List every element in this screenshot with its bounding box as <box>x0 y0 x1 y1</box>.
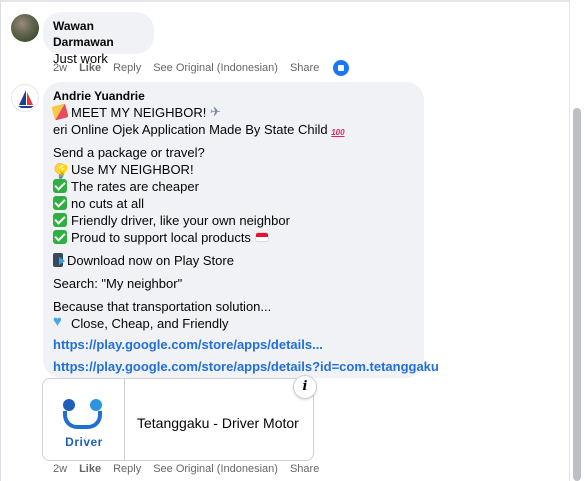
comment-actions: 2w Like Reply See Original (Indonesian) … <box>53 463 331 475</box>
party-popper-icon <box>51 103 69 121</box>
comment-timestamp[interactable]: 2w <box>53 463 67 475</box>
info-icon[interactable]: i <box>293 375 317 399</box>
indonesia-flag-icon <box>254 232 269 242</box>
comment-actions: 2w Like Reply See Original (Indonesian) … <box>53 60 350 76</box>
comment-line: The rates are cheaper <box>53 178 414 195</box>
left-border <box>0 0 1 481</box>
comment-bubble: Wawan Darmawan Just work <box>43 12 154 66</box>
comment-timestamp[interactable]: 2w <box>53 62 67 74</box>
top-divider <box>0 0 569 2</box>
avatar[interactable] <box>11 84 39 112</box>
blue-heart-icon <box>53 313 67 330</box>
like-thumb-icon[interactable] <box>333 60 350 76</box>
comment-line: MEET MY NEIGHBOR! <box>51 103 414 121</box>
like-button[interactable]: Like <box>79 62 101 74</box>
see-original-button[interactable]: See Original (Indonesian) <box>153 463 278 475</box>
see-original-button[interactable]: See Original (Indonesian) <box>153 62 278 74</box>
share-button[interactable]: Share <box>290 463 319 475</box>
logo-dot-right <box>90 399 102 411</box>
logo-smile <box>63 411 102 429</box>
comment-line: Because that transportation solution... <box>53 299 272 314</box>
comment-line: Proud to support local products <box>53 229 414 246</box>
like-button[interactable]: Like <box>79 463 101 475</box>
scrollbar-thumb[interactable] <box>573 108 581 481</box>
check-mark-icon <box>53 230 67 244</box>
comment-line: eri Online Ojek Application Made By Stat… <box>53 121 414 141</box>
check-mark-icon <box>53 179 67 193</box>
comment-line: Friendly driver, like your own neighbor <box>53 212 414 229</box>
link-preview-card[interactable]: Driver Tetanggaku - Driver Motor <box>42 378 314 461</box>
avatar[interactable] <box>11 14 39 42</box>
hundred-points-icon <box>331 122 345 141</box>
comment-line: Download now on Play Store <box>53 252 414 269</box>
logo-dot-left <box>63 399 75 411</box>
comment-bubble: Andrie Yuandrie MEET MY NEIGHBOR! eri On… <box>43 82 439 378</box>
play-store-link-full[interactable]: https://play.google.com/store/apps/detai… <box>53 356 439 378</box>
comment-line: no cuts at all <box>53 195 414 212</box>
rocket-icon <box>210 103 224 120</box>
check-mark-icon <box>53 213 67 227</box>
comment-line: Search: "My neighbor" <box>53 276 183 291</box>
comment-line: Send a package or travel? <box>53 145 205 160</box>
comment-author[interactable]: Andrie Yuandrie <box>53 88 414 104</box>
play-store-link[interactable]: https://play.google.com/store/apps/detai… <box>53 334 414 356</box>
reply-button[interactable]: Reply <box>113 62 141 74</box>
check-mark-icon <box>53 196 67 210</box>
comment-line: Close, Cheap, and Friendly <box>53 313 414 332</box>
light-bulb-icon <box>53 163 67 177</box>
app-thumbnail: Driver <box>43 379 125 460</box>
thumbnail-label: Driver <box>65 435 103 449</box>
comment-author[interactable]: Wawan Darmawan <box>53 18 144 50</box>
share-button[interactable]: Share <box>290 62 319 74</box>
comment-line: Use MY NEIGHBOR! <box>53 161 414 178</box>
reply-button[interactable]: Reply <box>113 463 141 475</box>
link-preview-title[interactable]: Tetanggaku - Driver Motor <box>137 415 299 431</box>
sailboat-logo-icon <box>18 90 34 108</box>
mobile-arrow-icon <box>53 253 65 267</box>
